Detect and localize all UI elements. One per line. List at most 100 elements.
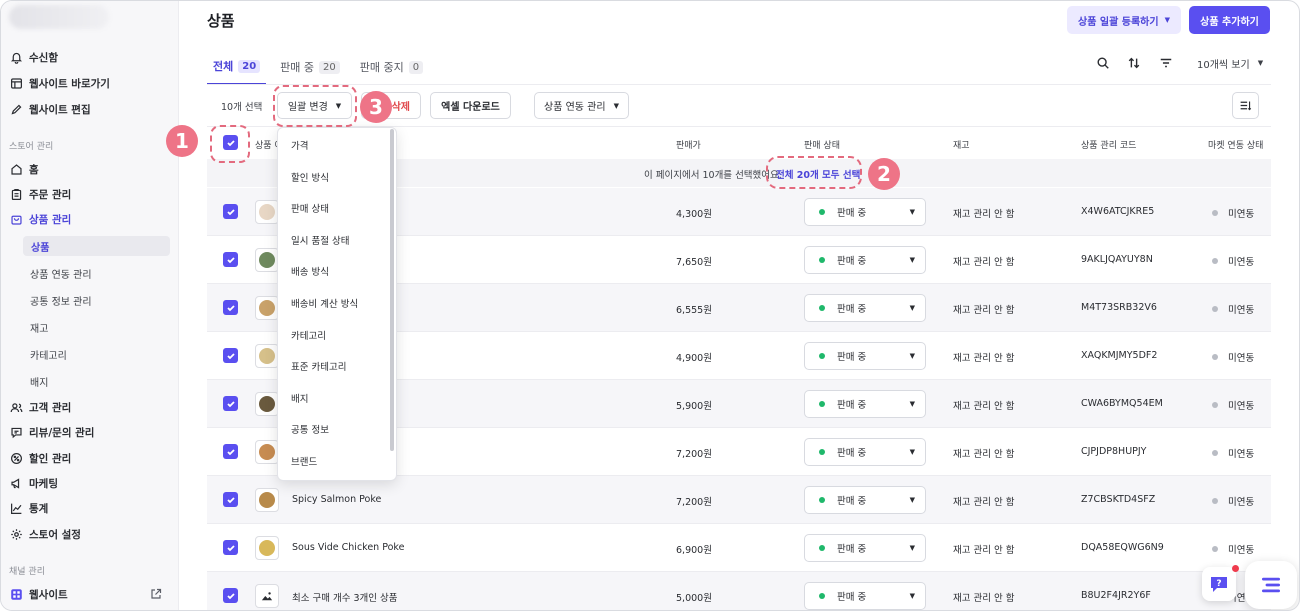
- column-header-market[interactable]: 마켓 연동 상태: [1208, 138, 1263, 151]
- product-sync-button[interactable]: 상품 연동 관리 ▼: [534, 92, 629, 119]
- sidebar-sub-common-info[interactable]: 공통 정보 관리: [30, 290, 92, 310]
- dropdown-item[interactable]: 일시 품절 상태: [291, 233, 349, 247]
- sale-status-select[interactable]: 판매 중 ▼: [804, 582, 926, 610]
- sale-status-select[interactable]: 판매 중 ▼: [804, 342, 926, 370]
- sale-status-select[interactable]: 판매 중 ▼: [804, 534, 926, 562]
- dropdown-item[interactable]: 배송 방식: [291, 264, 329, 278]
- dropdown-item[interactable]: 공통 정보: [291, 422, 329, 436]
- sidebar-sub-product-sync[interactable]: 상품 연동 관리: [30, 263, 92, 283]
- dropdown-item[interactable]: 판매 상태: [291, 201, 329, 215]
- product-thumbnail[interactable]: [255, 200, 279, 224]
- row-checkbox[interactable]: [223, 492, 238, 507]
- sort-icon[interactable]: [1125, 54, 1143, 72]
- status-dot: [1212, 258, 1218, 264]
- bulk-register-button[interactable]: 상품 일괄 등록하기 ▼: [1067, 6, 1181, 34]
- product-thumbnail[interactable]: [255, 344, 279, 368]
- sidebar-item-website-edit[interactable]: 웹사이트 편집: [9, 98, 91, 120]
- status-dot: [819, 449, 825, 455]
- sale-status-select[interactable]: 판매 중 ▼: [804, 246, 926, 274]
- column-header-stock[interactable]: 재고: [953, 138, 970, 151]
- row-checkbox[interactable]: [223, 540, 238, 555]
- sidebar-item-orders[interactable]: 주문 관리: [9, 183, 71, 205]
- dropdown-item[interactable]: 브랜드: [291, 454, 317, 468]
- tab-count: 20: [238, 59, 261, 73]
- sidebar-item-label: 웹사이트: [29, 588, 68, 601]
- sidebar-item-inbox[interactable]: 수신함: [9, 46, 58, 68]
- caret-down-icon: ▼: [1164, 16, 1170, 24]
- check-icon: [226, 256, 235, 263]
- excel-download-button[interactable]: 엑셀 다운로드: [430, 92, 511, 119]
- table-row[interactable]: Sous Vide Chicken Poke 6,900원 판매 중 ▼ 재고 관…: [207, 524, 1271, 572]
- sale-status-select[interactable]: 판매 중 ▼: [804, 198, 926, 226]
- sidebar-sub-category[interactable]: 카테고리: [30, 344, 67, 364]
- sidebar-item-website-go[interactable]: 웹사이트 바로가기: [9, 72, 110, 94]
- sale-status-select[interactable]: 판매 중 ▼: [804, 390, 926, 418]
- filter-icon[interactable]: [1157, 54, 1175, 72]
- product-thumbnail[interactable]: [255, 488, 279, 512]
- product-thumbnail-image: [259, 348, 275, 364]
- sidebar-item-home[interactable]: 홈: [9, 158, 39, 180]
- status-label: 판매 중: [837, 448, 867, 459]
- product-name[interactable]: Sous Vide Chicken Poke: [292, 542, 404, 553]
- dropdown-scrollbar[interactable]: [390, 129, 394, 451]
- sidebar-sub-product[interactable]: 상품: [23, 236, 170, 256]
- sidebar-sub-stock[interactable]: 재고: [30, 317, 48, 337]
- sidebar-sub-badge[interactable]: 배지: [30, 371, 48, 391]
- dropdown-item[interactable]: 카테고리: [291, 328, 326, 342]
- dropdown-item[interactable]: 표준 카테고리: [291, 359, 346, 373]
- dropdown-item[interactable]: 배지: [291, 391, 308, 405]
- product-name[interactable]: Spicy Salmon Poke: [292, 494, 381, 505]
- sale-status-select[interactable]: 판매 중 ▼: [804, 486, 926, 514]
- product-thumbnail[interactable]: [255, 392, 279, 416]
- column-header-code[interactable]: 상품 관리 코드: [1081, 138, 1136, 151]
- sale-status-select[interactable]: 판매 중 ▼: [804, 294, 926, 322]
- column-header-price[interactable]: 판매가: [676, 138, 701, 151]
- row-checkbox[interactable]: [223, 444, 238, 459]
- sidebar-item-discounts[interactable]: 할인 관리: [9, 447, 71, 469]
- tab-on-sale[interactable]: 판매 중 20: [274, 49, 346, 85]
- annotation-badge-1: 1: [166, 125, 198, 157]
- sidebar-item-customers[interactable]: 고객 관리: [9, 396, 71, 418]
- annotation-box-3: [273, 85, 357, 127]
- column-settings-button[interactable]: [1232, 92, 1259, 119]
- row-checkbox[interactable]: [223, 396, 238, 411]
- product-thumbnail[interactable]: [255, 296, 279, 320]
- row-checkbox[interactable]: [223, 348, 238, 363]
- per-page-select[interactable]: 10개씩 보기 ▼: [1197, 54, 1263, 72]
- sidebar-item-website[interactable]: 웹사이트: [9, 583, 68, 605]
- row-checkbox[interactable]: [223, 588, 238, 603]
- market-status: 미연동: [1212, 350, 1254, 364]
- table-row[interactable]: Spicy Salmon Poke 7,200원 판매 중 ▼ 재고 관리 안 함…: [207, 476, 1271, 524]
- tab-all[interactable]: 전체 20: [207, 49, 267, 85]
- sale-status-select[interactable]: 판매 중 ▼: [804, 438, 926, 466]
- help-chat-button[interactable]: ?: [1202, 567, 1236, 601]
- product-name[interactable]: 최소 구매 개수 3개인 상품: [292, 590, 398, 604]
- product-thumbnail[interactable]: [255, 536, 279, 560]
- menu-button[interactable]: [1245, 561, 1297, 609]
- store-logo[interactable]: [9, 5, 109, 29]
- dropdown-item[interactable]: 가격: [291, 138, 308, 152]
- row-checkbox[interactable]: [223, 204, 238, 219]
- product-thumbnail[interactable]: [255, 584, 279, 608]
- row-checkbox[interactable]: [223, 300, 238, 315]
- sidebar-item-settings[interactable]: 스토어 설정: [9, 523, 81, 545]
- sidebar-item-products[interactable]: 상품 관리: [9, 208, 71, 230]
- product-thumbnail[interactable]: [255, 248, 279, 272]
- row-checkbox[interactable]: [223, 252, 238, 267]
- add-product-button[interactable]: 상품 추가하기: [1189, 6, 1270, 34]
- status-dot: [819, 401, 825, 407]
- column-header-status[interactable]: 판매 상태: [804, 138, 840, 151]
- sidebar-item-stats[interactable]: 통계: [9, 497, 48, 519]
- tab-stopped[interactable]: 판매 중지 0: [354, 49, 429, 85]
- dropdown-item[interactable]: 할인 방식: [291, 170, 329, 184]
- search-icon[interactable]: [1094, 54, 1112, 72]
- sidebar-item-reviews[interactable]: 리뷰/문의 관리: [9, 421, 94, 443]
- selected-count: 10개 선택: [221, 102, 263, 113]
- product-thumbnail[interactable]: [255, 440, 279, 464]
- product-stock: 재고 관리 안 함: [953, 305, 1015, 316]
- dropdown-item[interactable]: 배송비 계산 방식: [291, 296, 358, 310]
- table-row[interactable]: 최소 구매 개수 3개인 상품 5,000원 판매 중 ▼ 재고 관리 안 함 B…: [207, 572, 1271, 610]
- sidebar-item-marketing[interactable]: 마케팅: [9, 472, 58, 494]
- status-dot: [819, 545, 825, 551]
- external-link-icon[interactable]: [150, 588, 162, 600]
